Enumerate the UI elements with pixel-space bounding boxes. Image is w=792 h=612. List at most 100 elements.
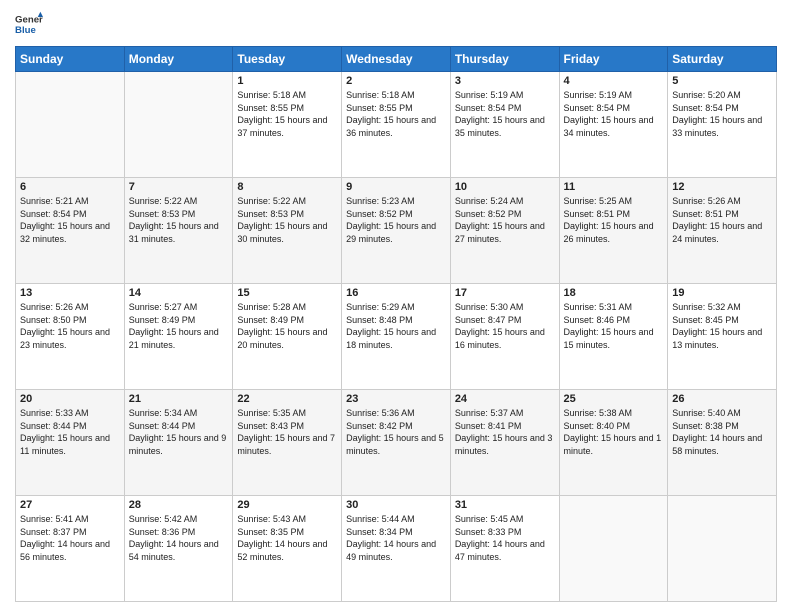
day-number: 9 <box>346 181 446 193</box>
calendar-cell: 5 Sunrise: 5:20 AM Sunset: 8:54 PM Daylig… <box>668 72 777 178</box>
day-number: 13 <box>20 287 120 299</box>
calendar-cell: 7 Sunrise: 5:22 AM Sunset: 8:53 PM Daylig… <box>124 178 233 284</box>
calendar-cell: 17 Sunrise: 5:30 AM Sunset: 8:47 PM Dayli… <box>450 284 559 390</box>
day-info: Sunrise: 5:35 AM Sunset: 8:43 PM Dayligh… <box>237 407 337 457</box>
weekday-header-row: SundayMondayTuesdayWednesdayThursdayFrid… <box>16 47 777 72</box>
weekday-header-saturday: Saturday <box>668 47 777 72</box>
calendar-table: SundayMondayTuesdayWednesdayThursdayFrid… <box>15 46 777 602</box>
day-number: 11 <box>564 181 664 193</box>
calendar-cell: 15Sunrise: 5:28 AM Sunset: 8:49 PM Dayli… <box>233 284 342 390</box>
day-number: 2 <box>346 75 446 87</box>
calendar-week-3: 13 Sunrise: 5:26 AM Sunset: 8:50 PM Dayli… <box>16 284 777 390</box>
day-number: 3 <box>455 75 555 87</box>
day-info: Sunrise: 5:31 AM Sunset: 8:46 PM Dayligh… <box>564 301 664 351</box>
calendar-cell: 25 Sunrise: 5:38 AM Sunset: 8:40 PM Dayli… <box>559 390 668 496</box>
day-info: Sunrise: 5:36 AM Sunset: 8:42 PM Dayligh… <box>346 407 446 457</box>
day-info: Sunrise: 5:22 AM Sunset: 8:53 PM Dayligh… <box>129 195 229 245</box>
calendar-cell: 12Sunrise: 5:26 AM Sunset: 8:51 PM Dayli… <box>668 178 777 284</box>
day-info: Sunrise: 5:25 AM Sunset: 8:51 PM Dayligh… <box>564 195 664 245</box>
weekday-header-sunday: Sunday <box>16 47 125 72</box>
page-header: General Blue <box>15 10 777 38</box>
day-info: Sunrise: 5:38 AM Sunset: 8:40 PM Dayligh… <box>564 407 664 457</box>
calendar-cell: 9 Sunrise: 5:23 AM Sunset: 8:52 PM Daylig… <box>342 178 451 284</box>
day-info: Sunrise: 5:18 AM Sunset: 8:55 PM Dayligh… <box>237 89 337 139</box>
day-number: 7 <box>129 181 229 193</box>
day-info: Sunrise: 5:43 AM Sunset: 8:35 PM Dayligh… <box>237 513 337 563</box>
day-info: Sunrise: 5:33 AM Sunset: 8:44 PM Dayligh… <box>20 407 120 457</box>
calendar-cell: 2 Sunrise: 5:18 AM Sunset: 8:55 PM Daylig… <box>342 72 451 178</box>
calendar-cell: 19Sunrise: 5:32 AM Sunset: 8:45 PM Dayli… <box>668 284 777 390</box>
calendar-cell: 28Sunrise: 5:42 AM Sunset: 8:36 PM Dayli… <box>124 496 233 602</box>
calendar-cell: 22Sunrise: 5:35 AM Sunset: 8:43 PM Dayli… <box>233 390 342 496</box>
day-number: 17 <box>455 287 555 299</box>
calendar-cell: 13 Sunrise: 5:26 AM Sunset: 8:50 PM Dayli… <box>16 284 125 390</box>
day-info: Sunrise: 5:19 AM Sunset: 8:54 PM Dayligh… <box>455 89 555 139</box>
calendar-week-1: 1 Sunrise: 5:18 AM Sunset: 8:55 PM Daylig… <box>16 72 777 178</box>
svg-text:Blue: Blue <box>15 25 36 36</box>
day-number: 6 <box>20 181 120 193</box>
calendar-cell: 20 Sunrise: 5:33 AM Sunset: 8:44 PM Dayli… <box>16 390 125 496</box>
calendar-week-2: 6 Sunrise: 5:21 AM Sunset: 8:54 PM Daylig… <box>16 178 777 284</box>
day-info: Sunrise: 5:22 AM Sunset: 8:53 PM Dayligh… <box>237 195 337 245</box>
day-number: 16 <box>346 287 446 299</box>
day-number: 15 <box>237 287 337 299</box>
day-number: 20 <box>20 393 120 405</box>
day-info: Sunrise: 5:37 AM Sunset: 8:41 PM Dayligh… <box>455 407 555 457</box>
day-number: 4 <box>564 75 664 87</box>
weekday-header-tuesday: Tuesday <box>233 47 342 72</box>
day-number: 1 <box>237 75 337 87</box>
calendar-cell: 4 Sunrise: 5:19 AM Sunset: 8:54 PM Daylig… <box>559 72 668 178</box>
day-number: 8 <box>237 181 337 193</box>
calendar-cell: 16Sunrise: 5:29 AM Sunset: 8:48 PM Dayli… <box>342 284 451 390</box>
calendar-cell: 23 Sunrise: 5:36 AM Sunset: 8:42 PM Dayli… <box>342 390 451 496</box>
day-info: Sunrise: 5:44 AM Sunset: 8:34 PM Dayligh… <box>346 513 446 563</box>
day-number: 5 <box>672 75 772 87</box>
day-info: Sunrise: 5:26 AM Sunset: 8:50 PM Dayligh… <box>20 301 120 351</box>
day-info: Sunrise: 5:21 AM Sunset: 8:54 PM Dayligh… <box>20 195 120 245</box>
calendar-cell: 31Sunrise: 5:45 AM Sunset: 8:33 PM Dayli… <box>450 496 559 602</box>
day-info: Sunrise: 5:30 AM Sunset: 8:47 PM Dayligh… <box>455 301 555 351</box>
calendar-cell: 30 Sunrise: 5:44 AM Sunset: 8:34 PM Dayli… <box>342 496 451 602</box>
calendar-cell <box>668 496 777 602</box>
day-info: Sunrise: 5:20 AM Sunset: 8:54 PM Dayligh… <box>672 89 772 139</box>
weekday-header-monday: Monday <box>124 47 233 72</box>
calendar-cell: 11 Sunrise: 5:25 AM Sunset: 8:51 PM Dayli… <box>559 178 668 284</box>
calendar-cell: 29 Sunrise: 5:43 AM Sunset: 8:35 PM Dayli… <box>233 496 342 602</box>
calendar-cell: 18 Sunrise: 5:31 AM Sunset: 8:46 PM Dayli… <box>559 284 668 390</box>
logo: General Blue <box>15 10 43 38</box>
calendar-cell: 27 Sunrise: 5:41 AM Sunset: 8:37 PM Dayli… <box>16 496 125 602</box>
day-number: 26 <box>672 393 772 405</box>
day-number: 23 <box>346 393 446 405</box>
day-info: Sunrise: 5:32 AM Sunset: 8:45 PM Dayligh… <box>672 301 772 351</box>
day-number: 29 <box>237 499 337 511</box>
logo-icon: General Blue <box>15 10 43 38</box>
day-info: Sunrise: 5:41 AM Sunset: 8:37 PM Dayligh… <box>20 513 120 563</box>
day-number: 14 <box>129 287 229 299</box>
day-number: 10 <box>455 181 555 193</box>
day-info: Sunrise: 5:40 AM Sunset: 8:38 PM Dayligh… <box>672 407 772 457</box>
day-number: 12 <box>672 181 772 193</box>
calendar-cell: 24 Sunrise: 5:37 AM Sunset: 8:41 PM Dayli… <box>450 390 559 496</box>
calendar-cell: 1 Sunrise: 5:18 AM Sunset: 8:55 PM Daylig… <box>233 72 342 178</box>
calendar-cell: 26 Sunrise: 5:40 AM Sunset: 8:38 PM Dayli… <box>668 390 777 496</box>
calendar-week-5: 27 Sunrise: 5:41 AM Sunset: 8:37 PM Dayli… <box>16 496 777 602</box>
calendar-cell: 8 Sunrise: 5:22 AM Sunset: 8:53 PM Daylig… <box>233 178 342 284</box>
calendar-cell: 10Sunrise: 5:24 AM Sunset: 8:52 PM Dayli… <box>450 178 559 284</box>
calendar-cell: 21Sunrise: 5:34 AM Sunset: 8:44 PM Dayli… <box>124 390 233 496</box>
day-info: Sunrise: 5:18 AM Sunset: 8:55 PM Dayligh… <box>346 89 446 139</box>
day-number: 18 <box>564 287 664 299</box>
calendar-cell <box>16 72 125 178</box>
day-number: 31 <box>455 499 555 511</box>
day-number: 27 <box>20 499 120 511</box>
day-info: Sunrise: 5:19 AM Sunset: 8:54 PM Dayligh… <box>564 89 664 139</box>
calendar-cell: 14Sunrise: 5:27 AM Sunset: 8:49 PM Dayli… <box>124 284 233 390</box>
day-number: 25 <box>564 393 664 405</box>
day-number: 30 <box>346 499 446 511</box>
weekday-header-thursday: Thursday <box>450 47 559 72</box>
day-info: Sunrise: 5:23 AM Sunset: 8:52 PM Dayligh… <box>346 195 446 245</box>
weekday-header-wednesday: Wednesday <box>342 47 451 72</box>
day-number: 24 <box>455 393 555 405</box>
calendar-cell <box>559 496 668 602</box>
day-info: Sunrise: 5:42 AM Sunset: 8:36 PM Dayligh… <box>129 513 229 563</box>
calendar-cell: 6 Sunrise: 5:21 AM Sunset: 8:54 PM Daylig… <box>16 178 125 284</box>
